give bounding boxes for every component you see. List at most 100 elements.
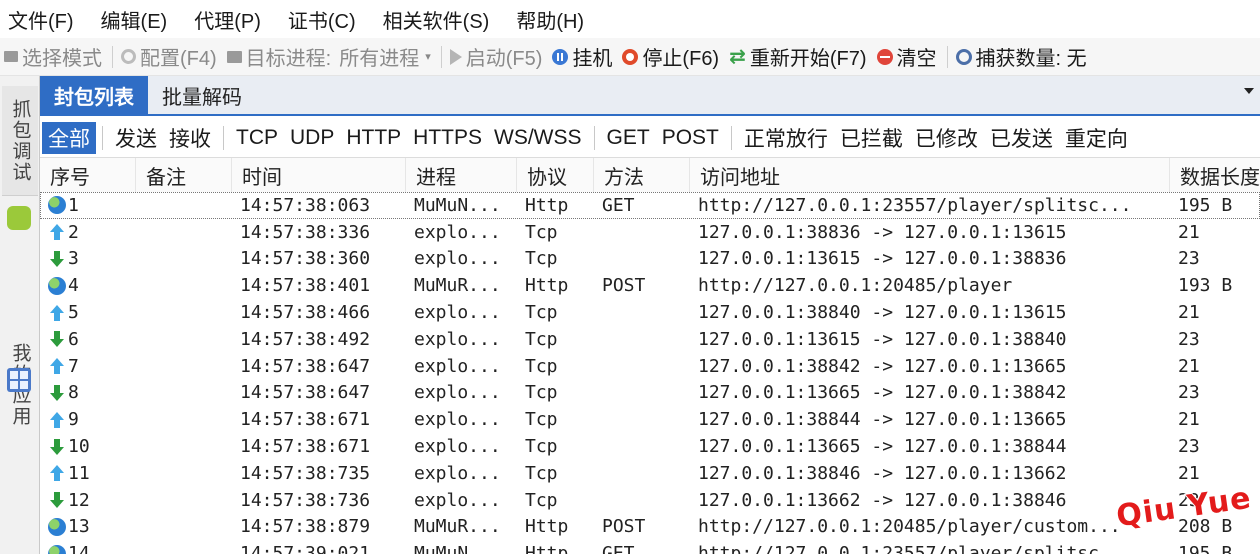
table-row[interactable]: 1 14:57:38:063 MuMuN... Http GET http://127.0… <box>40 192 1260 219</box>
menu-item[interactable]: 代理(P) <box>194 5 261 34</box>
cell-time: 14:57:38:647 <box>240 382 371 404</box>
cell-url: http://127.0.0.1:23557/player/splitsc... <box>698 543 1132 554</box>
select-mode-label: 选择模式 <box>22 48 102 70</box>
col-header-process[interactable]: 进程 <box>406 158 517 192</box>
table-row[interactable]: 12 14:57:38:736 explo... Tcp 127.0.0.1:13662… <box>40 487 1260 514</box>
filter-button[interactable]: POST <box>656 122 725 154</box>
toolbar-separator <box>440 45 442 68</box>
table-row[interactable]: 9 14:57:38:671 explo... Tcp 127.0.0.1:38844 … <box>40 406 1260 433</box>
table-row[interactable]: 2 14:57:38:336 explo... Tcp 127.0.0.1:38836 … <box>40 219 1260 246</box>
cell-no-text: 13 <box>68 516 90 538</box>
tab-capture-debug[interactable]: 抓包调试 <box>2 86 38 196</box>
menu-item[interactable]: 相关软件(S) <box>383 5 490 34</box>
table-row[interactable]: 3 14:57:38:360 explo... Tcp 127.0.0.1:13615 … <box>40 246 1260 273</box>
table-row[interactable]: 13 14:57:38:879 MuMuR... Http POST http://127… <box>40 514 1260 541</box>
pause-icon <box>552 48 569 65</box>
filter-button[interactable]: 重定向 <box>1059 122 1134 154</box>
cell-url: 127.0.0.1:13665 -> 127.0.0.1:38844 <box>698 436 1067 458</box>
filter-button[interactable]: 接收 <box>163 122 217 154</box>
select-mode-button[interactable]: 选择模式 <box>4 42 102 71</box>
table-row[interactable]: 4 14:57:38:401 MuMuR... Http POST http://127.… <box>40 272 1260 299</box>
cell-protocol: Tcp <box>525 436 558 458</box>
filter-button[interactable]: 发送 <box>109 122 163 154</box>
cell-process: explo... <box>414 355 501 377</box>
tab-packet-list[interactable]: 封包列表 <box>40 76 148 114</box>
cell-length: 21 <box>1178 355 1200 377</box>
cell-protocol: Tcp <box>525 221 558 243</box>
clear-icon <box>876 48 893 65</box>
document-tabs: 封包列表 批量解码 <box>40 76 1260 116</box>
counter-icon <box>955 48 972 65</box>
stop-icon <box>622 48 639 65</box>
cell-url: 127.0.0.1:13615 -> 127.0.0.1:38840 <box>698 328 1067 350</box>
filter-button[interactable]: HTTP <box>340 122 407 154</box>
menu-item[interactable]: 帮助(H) <box>516 5 584 34</box>
target-process-select[interactable]: 目标进程: 所有进程 ▾ <box>226 42 431 71</box>
clear-button[interactable]: 清空 <box>876 42 937 71</box>
table-row[interactable]: 6 14:57:38:492 explo... Tcp 127.0.0.1:13615 … <box>40 326 1260 353</box>
cell-url: http://127.0.0.1:20485/player/custom... <box>698 516 1121 538</box>
cell-length: 21 <box>1178 302 1200 324</box>
cell-no-text: 9 <box>68 409 79 431</box>
cell-no-text: 7 <box>68 355 79 377</box>
cell-url: 127.0.0.1:38836 -> 127.0.0.1:13615 <box>698 221 1067 243</box>
cell-time: 14:57:39:021 <box>240 543 371 554</box>
grid-icon[interactable] <box>7 368 31 392</box>
col-header-length[interactable]: 数据长度 <box>1170 158 1260 192</box>
col-header-time[interactable]: 时间 <box>232 158 406 192</box>
table-row[interactable]: 5 14:57:38:466 explo... Tcp 127.0.0.1:38840 … <box>40 299 1260 326</box>
filter-button[interactable]: 全部 <box>42 121 96 154</box>
cell-time: 14:57:38:736 <box>240 489 371 511</box>
cell-url: http://127.0.0.1:23557/player/splitsc... <box>698 194 1132 216</box>
hang-button[interactable]: 挂机 <box>552 42 612 71</box>
cell-no: 1 <box>40 195 136 216</box>
filter-button[interactable]: 正常放行 <box>738 122 834 154</box>
cell-time: 14:57:38:336 <box>240 221 371 243</box>
table-row[interactable]: 11 14:57:38:735 explo... Tcp 127.0.0.1:38846… <box>40 460 1260 487</box>
restart-button[interactable]: ⇄ 重新开始(F7) <box>729 42 866 71</box>
start-button[interactable]: 启动(F5) <box>449 42 542 71</box>
table-row[interactable]: 14 14:57:39:021 MuMuN... Http GET http://127.… <box>40 540 1260 554</box>
menu-item[interactable]: 文件(F) <box>8 5 74 34</box>
app-icon[interactable] <box>7 206 31 230</box>
filter-button[interactable]: TCP <box>230 122 284 154</box>
toolbar-separator <box>946 45 948 68</box>
filter-button[interactable]: GET <box>601 122 656 154</box>
col-header-protocol[interactable]: 协议 <box>517 158 594 192</box>
cell-length: 195 B <box>1178 543 1233 554</box>
col-header-method[interactable]: 方法 <box>594 158 690 192</box>
table-row[interactable]: 7 14:57:38:647 explo... Tcp 127.0.0.1:38842 … <box>40 353 1260 380</box>
chevron-down-icon: ▾ <box>425 51 431 63</box>
left-sidebar: 抓包调试 我的应用 <box>0 76 40 554</box>
filter-separator <box>593 125 595 150</box>
table-row[interactable]: 8 14:57:38:647 explo... Tcp 127.0.0.1:13665 … <box>40 380 1260 407</box>
filter-button[interactable]: 已发送 <box>984 122 1059 154</box>
tab-menu-arrow-icon[interactable] <box>1244 88 1254 94</box>
tab-batch-decode[interactable]: 批量解码 <box>148 76 256 114</box>
globe-icon <box>48 517 66 536</box>
cell-protocol: Tcp <box>525 355 558 377</box>
cell-protocol: Tcp <box>525 328 558 350</box>
cell-protocol: Http <box>525 194 569 216</box>
table-row[interactable]: 10 14:57:38:671 explo... Tcp 127.0.0.1:13665… <box>40 433 1260 460</box>
menu-item[interactable]: 编辑(E) <box>101 5 168 34</box>
cell-process: explo... <box>414 221 501 243</box>
cell-no: 3 <box>40 248 136 269</box>
globe-icon <box>48 276 66 295</box>
arrow-up-icon <box>48 464 66 482</box>
col-header-no[interactable]: 序号 <box>40 158 136 192</box>
config-button[interactable]: 配置(F4) <box>121 42 217 71</box>
cell-process: explo... <box>414 436 501 458</box>
play-icon <box>449 48 462 65</box>
stop-button[interactable]: 停止(F6) <box>622 42 719 71</box>
filter-button[interactable]: 已拦截 <box>834 122 909 154</box>
col-header-url[interactable]: 访问地址 <box>690 158 1170 192</box>
cell-process: explo... <box>414 382 501 404</box>
menu-item[interactable]: 证书(C) <box>288 5 356 34</box>
filter-button[interactable]: UDP <box>284 122 340 154</box>
filter-button[interactable]: WS/WSS <box>488 122 588 154</box>
col-header-note[interactable]: 备注 <box>136 158 232 192</box>
filter-button[interactable]: 已修改 <box>909 122 984 154</box>
filter-button[interactable]: HTTPS <box>407 122 488 154</box>
globe-icon <box>48 544 66 554</box>
